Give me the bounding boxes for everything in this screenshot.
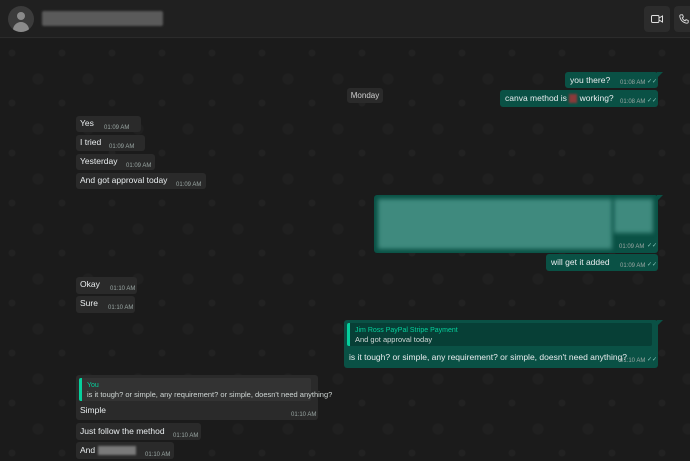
message-text: is it tough? or simple, any requirement?… [349, 352, 628, 362]
message-text-end: working? [577, 93, 614, 103]
incoming-reply-message[interactable]: You is it tough? or simple, any requirem… [76, 375, 332, 420]
quoted-text: And got approval today [355, 335, 433, 344]
incoming-message[interactable]: Yes 01:09 AM [76, 116, 141, 132]
message-time: 01:10 AM [291, 412, 317, 418]
message-text: Just follow the method [80, 426, 165, 436]
message-text-start: canva method is [505, 93, 570, 103]
video-call-icon [651, 15, 663, 23]
outgoing-message[interactable]: will get it added 01:09 AM ✓✓ [546, 254, 658, 271]
message-text: will get it added [551, 257, 610, 267]
quoted-text: is it tough? or simple, any requirement?… [87, 390, 333, 399]
quoted-message[interactable]: You is it tough? or simple, any requirem… [79, 378, 332, 401]
message-text: Sure [80, 298, 98, 308]
message-text: Yesterday [80, 156, 118, 166]
message-time: 01:09 AM [176, 182, 202, 188]
bubble-tail [657, 195, 663, 201]
incoming-message[interactable]: Okay 01:10 AM [76, 277, 137, 294]
message-time: 01:08 AM [620, 99, 646, 105]
chat-header [0, 0, 690, 38]
redacted-text [569, 94, 578, 104]
incoming-message[interactable]: And got approval today 01:09 AM [76, 173, 206, 189]
incoming-message[interactable]: And 01:10 AM [76, 442, 174, 459]
bubble-tail [657, 72, 663, 78]
read-receipt-icon: ✓✓ [647, 98, 658, 104]
media-preview-side [614, 199, 653, 233]
contact-avatar[interactable] [8, 6, 34, 32]
outgoing-message[interactable]: you there? 01:08 AM ✓✓ [565, 72, 663, 88]
avatar-body [13, 22, 29, 32]
outgoing-reply-message[interactable]: Jim Ross PayPal Stripe Payment And got a… [344, 320, 663, 368]
message-time: 01:08 AM [620, 80, 646, 86]
message-time: 01:09 AM [126, 163, 152, 169]
message-text: Okay [80, 279, 100, 289]
message-text: And [80, 445, 136, 456]
message-text: canva method is working? [505, 93, 614, 104]
incoming-message[interactable]: Sure 01:10 AM [76, 296, 135, 313]
video-call-button[interactable] [644, 6, 670, 32]
outgoing-message[interactable]: canva method is working? 01:08 AM ✓✓ [500, 90, 658, 107]
message-time: 01:10 AM [110, 286, 136, 292]
message-text: And got approval today [80, 175, 168, 185]
incoming-message[interactable]: Yesterday 01:09 AM [76, 154, 155, 170]
message-text-start: And [80, 445, 96, 455]
incoming-message[interactable]: I tried 01:09 AM [76, 135, 145, 151]
contact-name[interactable] [42, 11, 163, 26]
message-text: I tried [80, 137, 102, 147]
read-receipt-icon: ✓✓ [647, 79, 658, 85]
read-receipt-icon: ✓✓ [647, 243, 658, 249]
incoming-message[interactable]: Just follow the method 01:10 AM [76, 423, 201, 440]
message-time: 01:10 AM [145, 452, 171, 458]
message-time: 01:09 AM [620, 263, 646, 269]
message-time: 01:10 AM [173, 433, 199, 439]
phone-icon [679, 14, 689, 24]
message-area[interactable]: Monday you there? 01:08 AM ✓✓ canva meth… [0, 39, 690, 461]
outgoing-media-message[interactable]: 01:09 AM ✓✓ [374, 195, 663, 253]
message-time: 01:09 AM [109, 144, 135, 150]
quoted-message[interactable]: Jim Ross PayPal Stripe Payment And got a… [347, 323, 652, 346]
message-text: Simple [80, 405, 106, 415]
voice-call-button[interactable] [674, 6, 690, 32]
message-text: you there? [570, 75, 611, 85]
message-time: 01:09 AM [619, 244, 645, 250]
message-time: 01:10 AM [108, 305, 134, 311]
message-text: Yes [80, 118, 94, 128]
bubble-tail [657, 320, 663, 326]
avatar-head [17, 12, 25, 20]
day-separator: Monday [347, 88, 383, 103]
read-receipt-icon: ✓✓ [647, 262, 658, 268]
redacted-text [97, 446, 136, 456]
media-preview[interactable] [378, 199, 612, 249]
message-time: 01:10 AM [620, 358, 646, 364]
read-receipt-icon: ✓✓ [647, 357, 658, 363]
message-time: 01:09 AM [104, 125, 130, 131]
